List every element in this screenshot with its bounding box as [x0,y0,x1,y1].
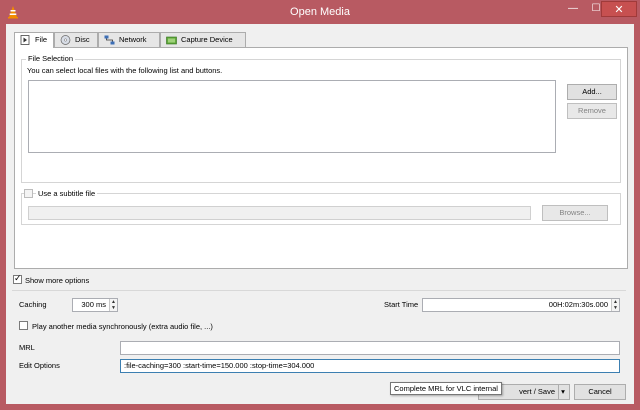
browse-button[interactable]: Browse... [542,205,608,221]
subtitle-group: Use a subtitle file Browse... [21,189,621,225]
cancel-button[interactable]: Cancel [574,384,626,400]
file-selection-title: File Selection [26,54,76,63]
tab-network-label: Network [119,35,147,44]
file-selection-description: You can select local files with the foll… [27,66,223,75]
tab-capture-device[interactable]: Capture Device [160,32,246,47]
caching-spin-buttons[interactable]: ▲ ▼ [109,299,117,311]
caching-down-icon[interactable]: ▼ [110,305,117,311]
minimize-button[interactable]: — [562,1,584,17]
show-more-options-checkbox[interactable] [13,273,22,284]
mrl-label: MRL [19,343,35,352]
start-time-down-icon[interactable]: ▼ [612,305,619,311]
convert-save-label: vert / Save [519,387,555,396]
disc-icon [60,35,71,45]
tab-network[interactable]: Network [98,32,160,47]
tab-capture-device-label: Capture Device [181,35,233,44]
dialog-client-area: File Disc Network Capture Device File Se… [6,24,634,404]
subtitle-checkbox-label: Use a subtitle file [36,189,98,198]
add-button[interactable]: Add... [567,84,617,100]
mrl-tooltip: Complete MRL for VLC internal [390,382,502,395]
window-title: Open Media [290,6,350,18]
tab-disc-label: Disc [75,35,90,44]
dropdown-arrow-icon[interactable]: ▾ [558,385,567,399]
start-time-value: 00H:02m:30s.000 [548,300,608,309]
play-another-label: Play another media synchronously (extra … [32,322,213,331]
file-list[interactable] [28,80,556,153]
remove-button[interactable]: Remove [567,103,617,119]
file-tab-panel: File Selection You can select local file… [14,47,628,269]
mrl-field[interactable] [120,341,620,355]
edit-options-label: Edit Options [19,361,60,370]
tab-file[interactable]: File [14,32,54,48]
caching-label: Caching [19,300,47,309]
subtitle-checkbox[interactable] [24,189,33,198]
network-icon [104,35,115,45]
play-another-checkbox[interactable] [19,321,28,330]
subtitle-path-field[interactable] [28,206,531,220]
start-time-spin-buttons[interactable]: ▲ ▼ [611,299,619,311]
caching-spinbox[interactable]: 300 ms ▲ ▼ [72,298,118,312]
caching-value: 300 ms [81,300,106,309]
file-selection-group: File Selection You can select local file… [21,54,621,183]
edit-options-field[interactable]: :file-caching=300 :start-time=150.000 :s… [120,359,620,373]
file-icon [20,35,30,45]
show-more-options-label: Show more options [25,276,90,285]
tab-disc[interactable]: Disc [54,32,98,47]
start-time-field[interactable]: 00H:02m:30s.000 ▲ ▼ [422,298,620,312]
start-time-label: Start Time [384,300,419,309]
title-bar[interactable]: Open Media — ☐ ✕ [0,0,640,24]
tab-file-label: File [35,35,48,44]
capture-device-icon [166,36,177,45]
options-separator [12,290,626,291]
open-media-window: Open Media — ☐ ✕ File Disc Network Captu… [0,0,640,410]
close-button[interactable]: ✕ [601,1,637,17]
